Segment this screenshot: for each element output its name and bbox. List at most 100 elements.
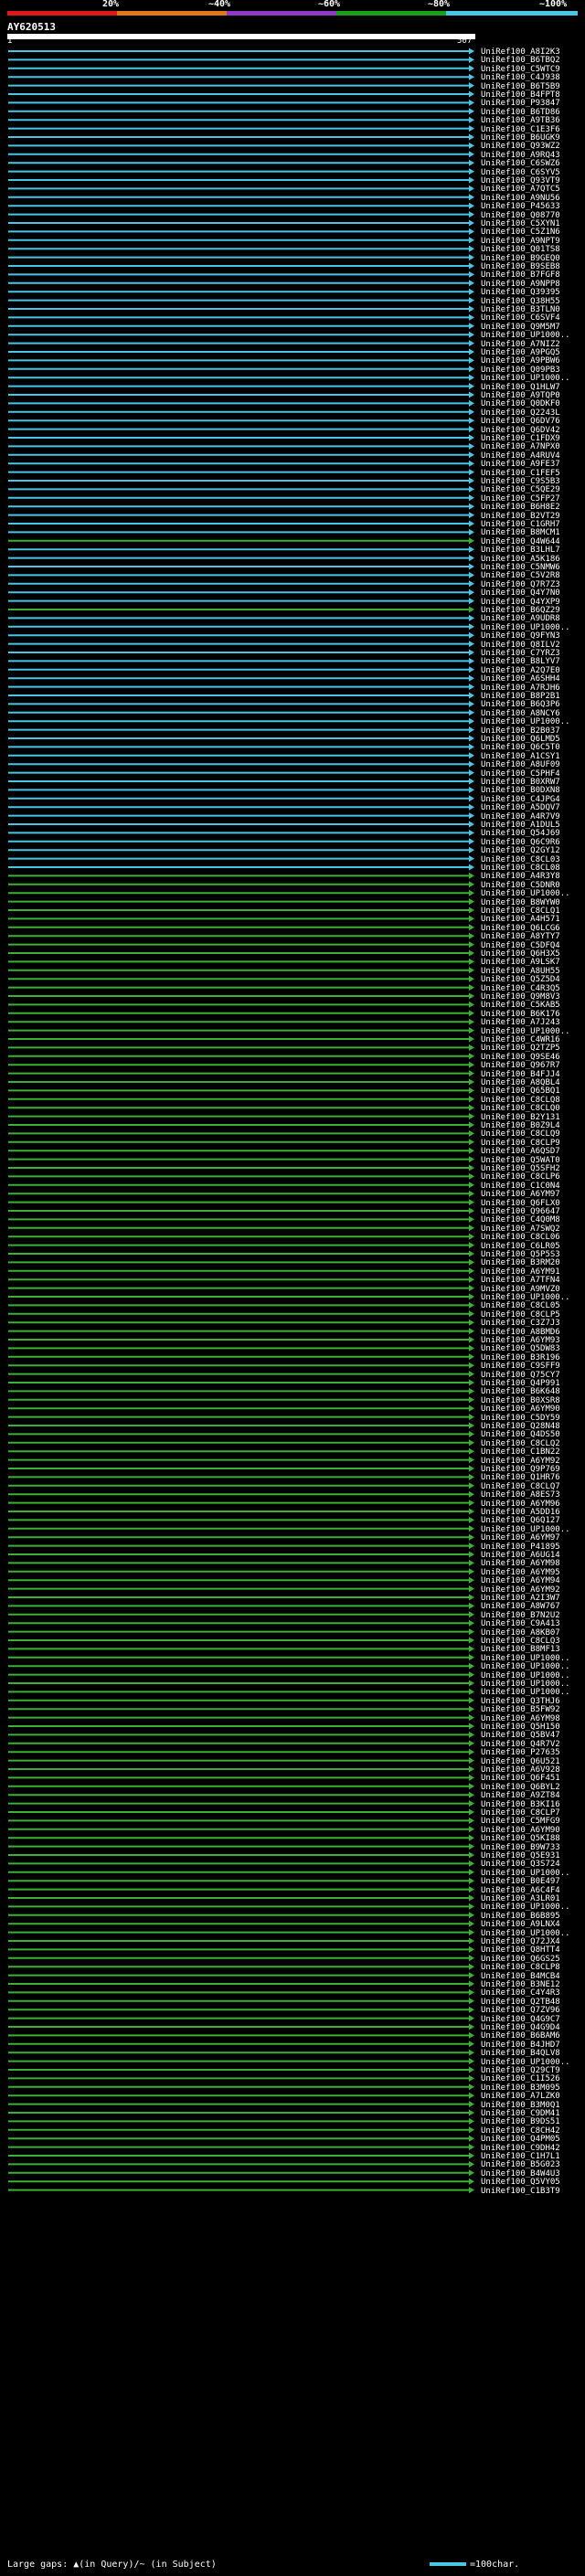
hit-arrow-icon (469, 571, 474, 578)
hit-arrow-icon (469, 821, 474, 828)
hit-arrow-icon (469, 563, 474, 570)
hit-arrow-icon (469, 1285, 474, 1292)
hit-arrow-icon (469, 795, 474, 802)
hit-arrow-icon (469, 674, 474, 682)
hit-arrow-icon (469, 297, 474, 304)
hit-arrow-icon (469, 1113, 474, 1120)
hit-arrow-icon (469, 1877, 474, 1884)
hit-arrow-icon (469, 1250, 474, 1257)
hit-arrow-icon (469, 2187, 474, 2194)
hit-arrow-icon (469, 975, 474, 982)
hit-arrow-icon (469, 331, 474, 338)
hit-arrow-icon (469, 1500, 474, 1507)
hit-arrow-icon (469, 1688, 474, 1695)
hit-arrow-icon (469, 2083, 474, 2091)
hit-arrow-icon (469, 2117, 474, 2125)
hit-arrow-icon (469, 1482, 474, 1489)
hit-arrow-icon (469, 1800, 474, 1807)
hit-arrow-icon (469, 116, 474, 123)
hit-arrow-icon (469, 1705, 474, 1712)
hit-arrow-icon (469, 399, 474, 407)
hit-arrow-icon (469, 159, 474, 166)
hit-arrow-icon (469, 889, 474, 896)
hit-arrow-icon (469, 1662, 474, 1670)
hit-arrow-icon (469, 855, 474, 863)
hit-arrow-icon (469, 958, 474, 965)
hit-arrow-icon (469, 254, 474, 261)
hit-arrow-icon (469, 1293, 474, 1300)
hit-arrow-icon (469, 2109, 474, 2116)
hit-arrow-icon (469, 1490, 474, 1498)
hit-arrow-icon (469, 1602, 474, 1609)
hit-arrow-icon (469, 1139, 474, 1146)
hit-arrow-icon (469, 2031, 474, 2039)
hit-arrow-icon (469, 812, 474, 820)
hit-arrow-icon (469, 1525, 474, 1532)
hit-arrow-icon (469, 280, 474, 287)
hit-arrow-icon (469, 1070, 474, 1077)
hit-arrow-icon (469, 1551, 474, 1558)
hit-arrow-icon (469, 313, 474, 321)
hit-arrow-icon (469, 1182, 474, 1189)
hit-arrow-icon (469, 778, 474, 785)
hit-arrow-icon (469, 288, 474, 295)
hit-arrow-icon (469, 1258, 474, 1266)
hit-arrow-icon (469, 2092, 474, 2099)
hit-arrow-icon (469, 2144, 474, 2151)
hit-arrow-icon (469, 546, 474, 553)
hit-arrow-icon (469, 2015, 474, 2022)
hit-arrow-icon (469, 1473, 474, 1480)
hit-arrow-icon (469, 1078, 474, 1086)
hit-arrow-icon (469, 228, 474, 235)
hit-arrow-icon (469, 992, 474, 1000)
hit-arrow-icon (469, 1568, 474, 1575)
hit-arrow-icon (469, 1585, 474, 1593)
hit-arrow-icon (469, 1061, 474, 1068)
hit-arrow-icon (469, 1276, 474, 1283)
hit-arrow-icon (469, 245, 474, 252)
hit-arrow-icon (469, 1310, 474, 1318)
hit-arrow-icon (469, 323, 474, 330)
hit-label[interactable]: UniRef100_C1B3T9 (481, 2187, 560, 2196)
hit-arrow-icon (469, 1465, 474, 1472)
hit-arrow-icon (469, 1396, 474, 1404)
hit-arrow-icon (469, 684, 474, 691)
hit-arrow-icon (469, 366, 474, 373)
hit-arrow-icon (469, 1353, 474, 1361)
hit-arrow-icon (469, 1611, 474, 1618)
hit-arrow-icon (469, 1414, 474, 1421)
hit-arrow-icon (469, 1937, 474, 1945)
hit-arrow-icon (469, 1680, 474, 1687)
hit-arrow-icon (469, 666, 474, 673)
hit-arrow-icon (469, 494, 474, 502)
hit-arrow-icon (469, 125, 474, 133)
hit-arrow-icon (469, 1447, 474, 1455)
hit-arrow-icon (469, 48, 474, 55)
hit-arrow-icon (469, 90, 474, 98)
hit-arrow-icon (469, 1748, 474, 1755)
hit-arrow-icon (469, 1637, 474, 1644)
hit-arrow-icon (469, 1328, 474, 1335)
hit-arrow-icon (469, 1765, 474, 1773)
hit-arrow-icon (469, 1242, 474, 1249)
hit-arrow-icon (469, 606, 474, 613)
hit-arrow-icon (469, 451, 474, 459)
hit-arrow-icon (469, 176, 474, 184)
hit-arrow-icon (469, 580, 474, 588)
hit-arrow-icon (469, 864, 474, 871)
hit-arrow-icon (469, 2160, 474, 2168)
hit-arrow-icon (469, 1731, 474, 1738)
hit-arrow-icon (469, 1980, 474, 1988)
hit-arrow-icon (469, 512, 474, 519)
hit-arrow-icon (469, 270, 474, 278)
hit-arrow-icon (469, 743, 474, 750)
hit-arrow-icon (469, 460, 474, 467)
hit-arrow-icon (469, 1714, 474, 1722)
hit-arrow-icon (469, 168, 474, 175)
hit-arrow-icon (469, 1988, 474, 1996)
hit-arrow-icon (469, 1164, 474, 1171)
hit-arrow-icon (469, 1542, 474, 1550)
hit-arrow-icon (469, 872, 474, 879)
legend-scale-text: =100char. (470, 2560, 520, 2570)
hit-arrow-icon (469, 133, 474, 141)
